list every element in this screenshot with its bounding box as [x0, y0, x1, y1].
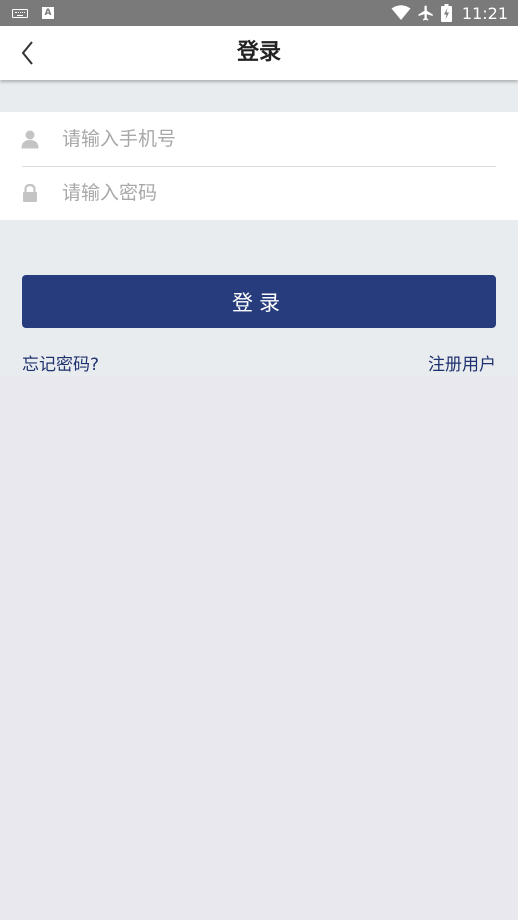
battery-icon	[440, 4, 452, 22]
password-row	[0, 166, 518, 220]
chevron-left-icon	[21, 41, 33, 65]
status-right: 11:21	[391, 0, 508, 26]
login-panel: 登录 忘记密码? 注册用户	[0, 80, 518, 376]
phone-row	[0, 112, 518, 166]
app-header: 登录	[0, 26, 518, 80]
airplane-icon	[418, 5, 433, 21]
wifi-icon	[391, 5, 411, 20]
login-form	[0, 112, 518, 220]
a-icon: A	[42, 7, 54, 19]
register-link[interactable]: 注册用户	[428, 350, 496, 375]
lock-icon	[23, 183, 37, 202]
status-bar: A 11:21	[0, 0, 518, 26]
user-icon	[21, 130, 39, 149]
status-left: A	[12, 0, 54, 26]
keyboard-icon	[12, 8, 28, 18]
page-title: 登录	[236, 40, 281, 65]
back-button[interactable]	[8, 33, 48, 73]
forgot-password-link[interactable]: 忘记密码?	[22, 350, 99, 375]
phone-input[interactable]	[62, 120, 482, 158]
password-input[interactable]	[62, 174, 482, 212]
status-time: 11:21	[461, 3, 508, 23]
login-button[interactable]: 登录	[22, 275, 496, 328]
